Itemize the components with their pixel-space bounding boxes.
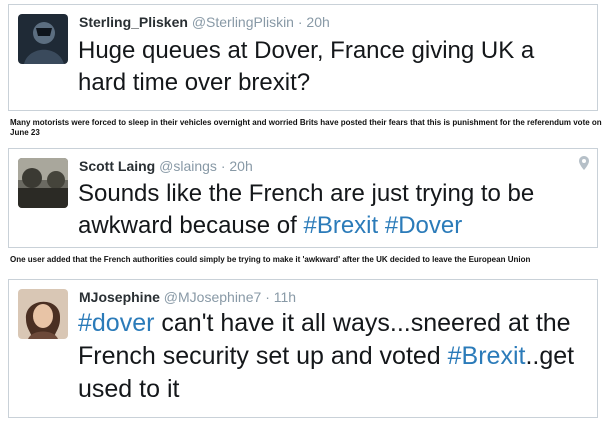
avatar[interactable] [18, 14, 68, 64]
timestamp[interactable]: 11h [274, 289, 296, 305]
separator: · [220, 158, 226, 174]
avatar[interactable] [18, 158, 68, 208]
tweet-card: Scott Laing @slaings · 20h Sounds like t… [8, 148, 598, 248]
tweet-header: Scott Laing @slaings · 20h [79, 158, 567, 174]
hashtag-link[interactable]: #Dover [385, 212, 462, 239]
tweet-header: MJosephine @MJosephine7 · 11h [79, 289, 567, 305]
timestamp[interactable]: 20h [229, 158, 252, 174]
caption: One user added that the French authoriti… [10, 255, 531, 264]
caption: Many motorists were forced to sleep in t… [10, 118, 602, 137]
hashtag-link[interactable]: #dover [78, 309, 154, 337]
map-pin-icon[interactable] [579, 156, 589, 175]
tweet-text: #dover can't have it all ways...sneered … [78, 307, 587, 406]
user-name[interactable]: MJosephine [79, 289, 160, 305]
hashtag-link[interactable]: #Brexit [303, 212, 378, 239]
user-name[interactable]: Scott Laing [79, 158, 155, 174]
tweet-text: Sounds like the French are just trying t… [78, 178, 587, 242]
separator: · [297, 14, 303, 30]
tweet-card: MJosephine @MJosephine7 · 11h #dover can… [8, 279, 598, 418]
timestamp[interactable]: 20h [306, 14, 329, 30]
avatar[interactable] [18, 289, 68, 339]
separator: · [265, 289, 270, 305]
user-handle[interactable]: @SterlingPliskin [192, 14, 294, 30]
user-handle[interactable]: @slaings [159, 158, 217, 174]
tweet-text-segment [378, 212, 385, 239]
hashtag-link[interactable]: #Brexit [448, 342, 526, 370]
user-handle[interactable]: @MJosephine7 [164, 289, 262, 305]
tweet-card: Sterling_Plisken @SterlingPliskin · 20h … [8, 4, 598, 111]
user-name[interactable]: Sterling_Plisken [79, 14, 188, 30]
tweet-header: Sterling_Plisken @SterlingPliskin · 20h [79, 14, 567, 30]
tweet-text: Huge queues at Dover, France giving UK a… [78, 37, 535, 96]
